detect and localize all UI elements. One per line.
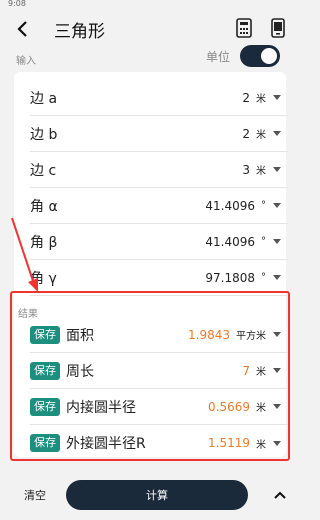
input-row-angle-alpha[interactable]: 角 α 41.4096 °	[30, 188, 288, 224]
result-value: 0.5669	[208, 399, 250, 414]
result-row-inradius: 保存 内接圆半径 0.5669 米	[30, 389, 288, 425]
unit-dropdown[interactable]	[270, 127, 284, 141]
result-row-circumradius: 保存 外接圆半径R 1.5119 米	[30, 425, 288, 461]
row-value[interactable]: 41.4096	[205, 199, 255, 213]
page-title: 三角形	[54, 21, 105, 42]
calculate-button[interactable]: 计算	[66, 480, 248, 510]
triangle-card: 边 a 2 米 边 b 2 米 边 c 3 米 角 α 41.4096 ° 角 …	[14, 72, 288, 457]
status-bar: 9:08	[0, 0, 300, 10]
unit-toggle[interactable]	[240, 45, 280, 67]
row-unit: 米	[256, 94, 266, 105]
input-row-side-c[interactable]: 边 c 3 米	[30, 152, 288, 188]
input-row-side-b[interactable]: 边 b 2 米	[30, 116, 288, 152]
app-bar: 三角形	[0, 10, 300, 48]
caret-down-icon	[273, 203, 281, 208]
caret-down-icon	[273, 131, 281, 136]
unit-dropdown[interactable]	[270, 91, 284, 105]
toggle-knob	[261, 48, 277, 64]
result-value: 1.5119	[208, 436, 250, 450]
row-unit: °	[261, 236, 266, 247]
row-unit: °	[261, 200, 266, 211]
result-row-area: 保存 面积 1.9843 平方米	[30, 317, 288, 353]
clear-button[interactable]: 清空	[24, 487, 54, 503]
row-label: 周长	[66, 363, 94, 380]
status-time: 9:08	[8, 0, 26, 8]
unit-dropdown[interactable]	[270, 199, 284, 213]
arrow-left-icon	[17, 21, 27, 37]
result-value: 1.9843	[188, 327, 230, 342]
input-section-label: 输入	[16, 56, 36, 67]
row-value[interactable]: 97.1808	[205, 271, 255, 285]
calculator-button[interactable]	[232, 16, 256, 40]
result-value: 7	[242, 363, 250, 378]
unit-toggle-label: 单位	[205, 49, 230, 64]
row-value[interactable]: 2	[242, 127, 250, 141]
caret-down-icon	[273, 167, 281, 172]
caret-down-icon	[273, 332, 281, 337]
row-label: 边 c	[30, 162, 57, 179]
phone-button[interactable]	[266, 16, 290, 40]
save-button[interactable]: 保存	[30, 434, 60, 452]
caret-down-icon	[273, 275, 281, 280]
unit-dropdown[interactable]	[270, 163, 284, 177]
row-label: 面积	[66, 327, 94, 344]
row-unit: 平方米	[236, 331, 266, 342]
row-value[interactable]: 2	[242, 91, 250, 105]
unit-dropdown[interactable]	[270, 364, 284, 378]
expand-button[interactable]	[270, 485, 290, 505]
unit-toggle-row: 单位	[206, 45, 280, 67]
row-label: 外接圆半径R	[66, 436, 146, 452]
row-unit: 米	[256, 403, 266, 414]
chevron-up-icon	[274, 491, 286, 499]
row-unit: °	[261, 272, 266, 283]
caret-down-icon	[273, 368, 281, 373]
save-button[interactable]: 保存	[30, 325, 60, 344]
results-section-label: 结果	[18, 309, 38, 320]
caret-down-icon	[273, 404, 281, 409]
save-button[interactable]: 保存	[30, 361, 60, 380]
result-row-perimeter: 保存 周长 7 米	[30, 353, 288, 389]
phone-icon	[271, 18, 285, 38]
unit-dropdown[interactable]	[270, 235, 284, 249]
unit-dropdown[interactable]	[270, 328, 284, 342]
save-button[interactable]: 保存	[30, 397, 60, 416]
input-row-side-a[interactable]: 边 a 2 米	[30, 80, 288, 116]
row-unit: 米	[256, 439, 266, 451]
row-label: 内接圆半径	[66, 399, 136, 416]
input-row-angle-gamma[interactable]: 角 γ 97.1808 °	[30, 260, 288, 296]
unit-dropdown[interactable]	[270, 400, 284, 414]
row-unit: 米	[256, 130, 266, 141]
caret-down-icon	[273, 239, 281, 244]
unit-dropdown[interactable]	[270, 436, 284, 450]
row-label: 角 β	[30, 234, 58, 251]
unit-dropdown[interactable]	[270, 271, 284, 285]
row-value[interactable]: 3	[242, 163, 250, 177]
row-label: 边 b	[30, 126, 58, 143]
row-value[interactable]: 41.4096	[205, 235, 255, 249]
input-row-angle-beta[interactable]: 角 β 41.4096 °	[30, 224, 288, 260]
row-unit: 米	[256, 166, 266, 177]
bottom-bar: 清空 计算	[0, 470, 300, 520]
calculator-icon	[236, 18, 252, 38]
row-label: 角 α	[30, 198, 58, 215]
caret-down-icon	[273, 440, 281, 446]
row-unit: 米	[256, 367, 266, 378]
row-label: 角 γ	[30, 270, 57, 287]
caret-down-icon	[273, 95, 281, 100]
row-label: 边 a	[30, 90, 58, 107]
back-button[interactable]	[6, 12, 40, 46]
